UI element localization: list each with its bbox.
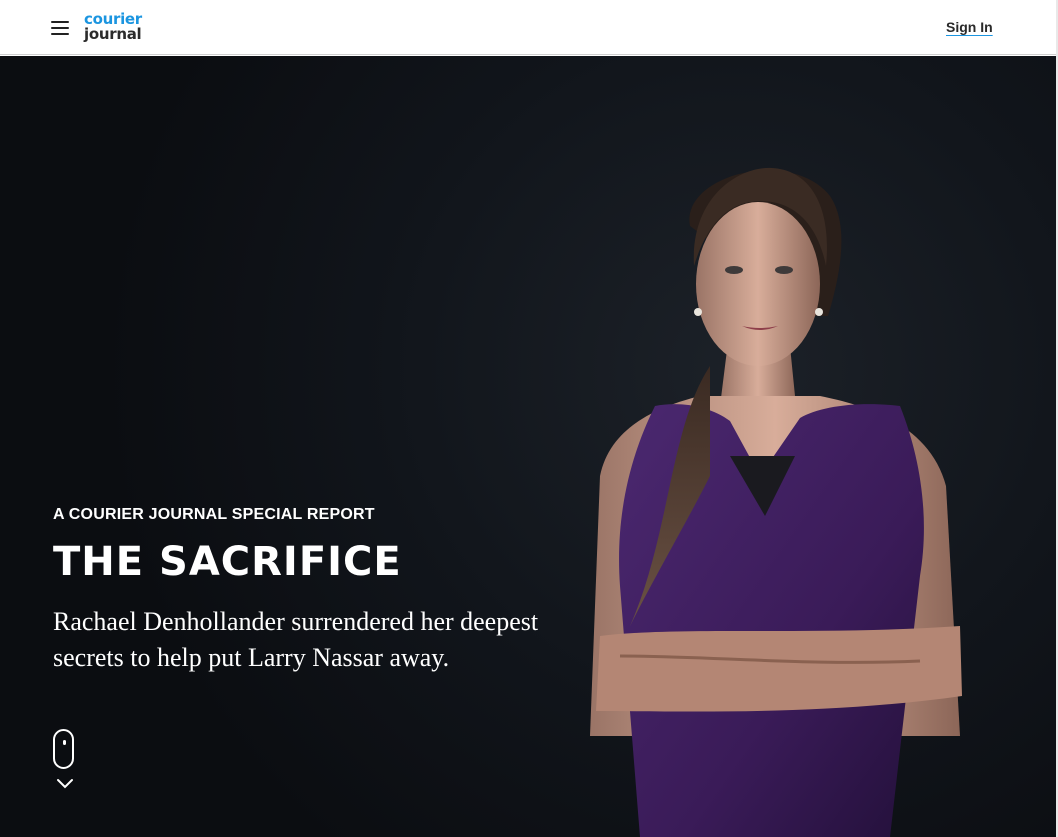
page-title: THE SACRIFICE bbox=[53, 539, 402, 585]
site-logo[interactable]: courier journal bbox=[84, 11, 146, 45]
site-header: courier journal Sign In bbox=[0, 0, 1056, 55]
scroll-mouse-icon[interactable] bbox=[53, 729, 74, 769]
hamburger-menu-icon[interactable] bbox=[49, 18, 71, 38]
menu-line bbox=[51, 21, 69, 23]
logo-line-journal: journal bbox=[84, 25, 142, 43]
hero-portrait-photo bbox=[590, 167, 962, 837]
menu-line bbox=[51, 33, 69, 35]
menu-line bbox=[51, 27, 69, 29]
chevron-down-icon[interactable] bbox=[56, 778, 74, 790]
hero-section: A COURIER JOURNAL SPECIAL REPORT THE SAC… bbox=[0, 56, 1056, 837]
report-kicker: A COURIER JOURNAL SPECIAL REPORT bbox=[53, 506, 375, 523]
story-dek: Rachael Denhollander surrendered her dee… bbox=[53, 607, 539, 672]
scroll-wheel-dot bbox=[63, 740, 66, 745]
sign-in-link[interactable]: Sign In bbox=[946, 19, 993, 35]
